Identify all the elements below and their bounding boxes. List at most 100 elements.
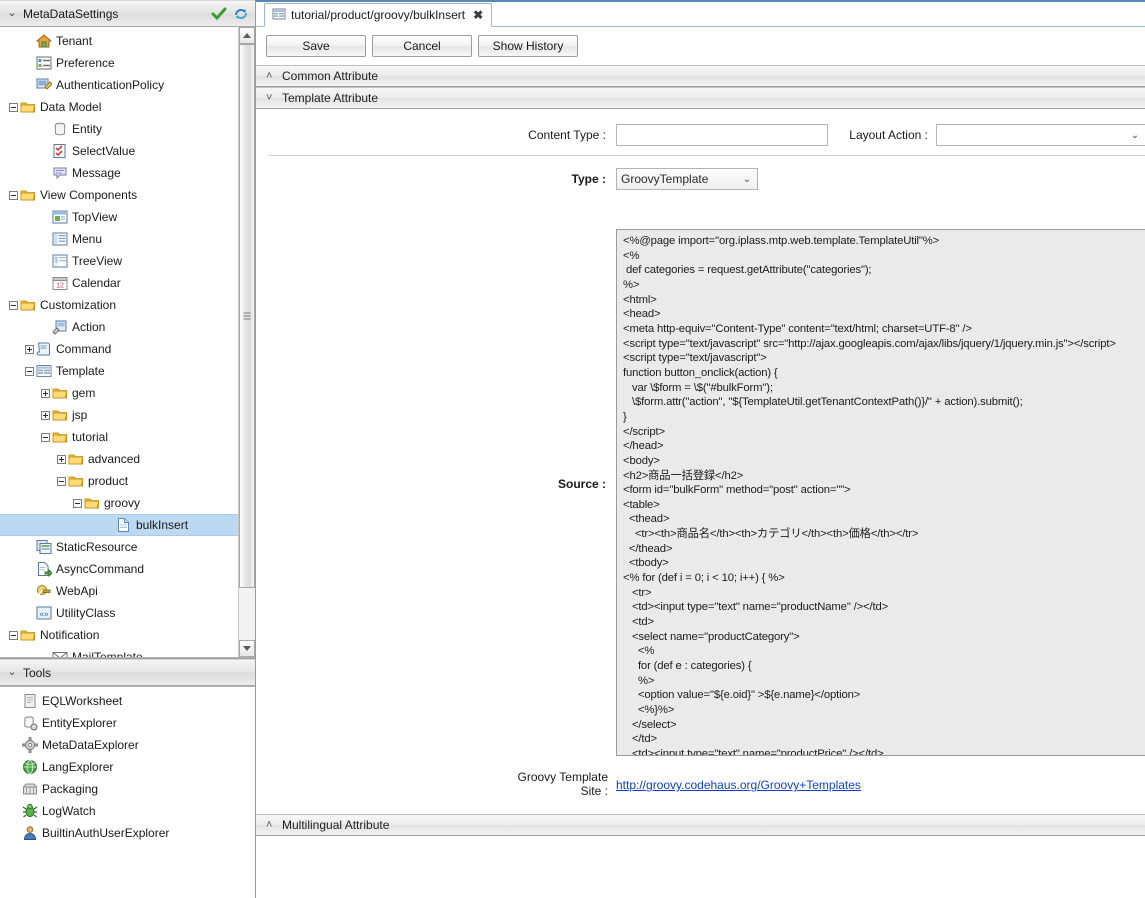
tree-item-jsp[interactable]: jsp <box>0 404 238 426</box>
tree-item-product[interactable]: product <box>0 470 238 492</box>
tree-item-label: StaticResource <box>56 540 138 554</box>
scroll-track[interactable] <box>239 44 255 640</box>
tree-item-label: product <box>88 474 129 488</box>
source-code-viewer[interactable]: <%@page import="org.iplass.mtp.web.templ… <box>616 229 1145 756</box>
folder-icon <box>84 495 100 511</box>
tools-item-metadataexplorer[interactable]: MetaDataExplorer <box>0 734 255 756</box>
tree-item-tenant[interactable]: Tenant <box>0 30 238 52</box>
tree-item-selectvalue[interactable]: SelectValue <box>0 140 238 162</box>
gear-icon <box>22 737 38 753</box>
sidebar-scrollbar[interactable] <box>238 27 255 657</box>
tree-twisty-spacer <box>38 122 52 136</box>
tools-item-entityexplorer[interactable]: EntityExplorer <box>0 712 255 734</box>
tree-item-mailtemplate[interactable]: MailTemplate <box>0 646 238 657</box>
chevron-up-icon[interactable]: ˄ <box>266 70 282 82</box>
auth-icon <box>36 77 52 93</box>
arrow-down-icon <box>243 646 251 651</box>
calendar-icon: 12 <box>52 275 68 291</box>
source-row: Source : <%@page import="org.iplass.mtp.… <box>256 229 1145 756</box>
tree-item-treeview[interactable]: TreeView <box>0 250 238 272</box>
chevron-down-icon[interactable]: ⌄ <box>1129 130 1141 141</box>
tree-item-calendar[interactable]: 12 Calendar <box>0 272 238 294</box>
tools-item-langexplorer[interactable]: LangExplorer <box>0 756 255 778</box>
tree-item-command[interactable]: Command <box>0 338 238 360</box>
tree-item-tutorial[interactable]: tutorial <box>0 426 238 448</box>
tree-item-authenticationpolicy[interactable]: AuthenticationPolicy <box>0 74 238 96</box>
tree-item-gem[interactable]: gem <box>0 382 238 404</box>
collapse-icon[interactable] <box>6 628 20 642</box>
tools-item-builtinauthuserexplorer[interactable]: BuiltinAuthUserExplorer <box>0 822 255 844</box>
scroll-down-button[interactable] <box>239 640 255 657</box>
entity-explorer-icon <box>22 715 38 731</box>
expand-icon[interactable] <box>22 342 36 356</box>
chevron-down-icon[interactable]: ⌄ <box>4 8 20 19</box>
scroll-up-button[interactable] <box>239 27 255 44</box>
save-button[interactable]: Save <box>266 35 366 57</box>
tree-item-action[interactable]: Action <box>0 316 238 338</box>
collapse-icon[interactable] <box>70 496 84 510</box>
tree-item-customization[interactable]: Customization <box>0 294 238 316</box>
tools-item-label: MetaDataExplorer <box>42 738 139 752</box>
svg-text:«»: «» <box>40 610 49 619</box>
tools-item-label: EntityExplorer <box>42 716 117 730</box>
scroll-thumb[interactable] <box>239 44 255 588</box>
entity-icon <box>52 121 68 137</box>
tools-item-logwatch[interactable]: LogWatch <box>0 800 255 822</box>
template-attribute-title: Template Attribute <box>282 91 379 105</box>
common-attribute-section-header[interactable]: ˄ Common Attribute Type : Tenant Local <box>256 65 1145 87</box>
tree-item-template[interactable]: Template <box>0 360 238 382</box>
groovy-site-link[interactable]: http://groovy.codehaus.org/Groovy+Templa… <box>616 770 861 792</box>
tree-item-preference[interactable]: Preference <box>0 52 238 74</box>
chevron-up-icon[interactable]: ˄ <box>266 819 282 831</box>
expand-icon[interactable] <box>38 408 52 422</box>
close-icon[interactable]: ✖ <box>473 8 483 22</box>
sidebar-header[interactable]: ⌄ MetaDataSettings <box>0 0 255 27</box>
collapse-icon[interactable] <box>6 100 20 114</box>
expand-icon[interactable] <box>54 452 68 466</box>
tree-item-label: tutorial <box>72 430 109 444</box>
tree-item-notification[interactable]: Notification <box>0 624 238 646</box>
tools-header[interactable]: ⌄ Tools <box>0 659 255 686</box>
tools-item-packaging[interactable]: Packaging <box>0 778 255 800</box>
tree-item-entity[interactable]: Entity <box>0 118 238 140</box>
tree-item-webapi[interactable]: WebApi <box>0 580 238 602</box>
tree-item-label: Message <box>72 166 121 180</box>
tree-item-bulkinsert[interactable]: bulkInsert <box>0 514 238 536</box>
tools-item-eqlworksheet[interactable]: EQLWorksheet <box>0 690 255 712</box>
refresh-icon[interactable] <box>233 6 249 22</box>
layout-action-select[interactable]: ⌄ <box>936 124 1145 146</box>
chevron-down-icon[interactable]: ⌄ <box>4 667 20 678</box>
collapse-icon[interactable] <box>6 188 20 202</box>
tree-item-utilityclass[interactable]: «» UtilityClass <box>0 602 238 624</box>
collapse-icon[interactable] <box>54 474 68 488</box>
chevron-down-icon[interactable]: ⌄ <box>741 174 753 185</box>
tree-item-label: MailTemplate <box>72 650 143 657</box>
multilingual-attribute-section-header[interactable]: ˄ Multilingual Attribute <box>256 814 1145 836</box>
template-type-select[interactable]: GroovyTemplate ⌄ <box>616 168 758 190</box>
collapse-icon[interactable] <box>22 364 36 378</box>
sidebar-title: MetaDataSettings <box>23 6 119 21</box>
tree-item-asynccommand[interactable]: AsyncCommand <box>0 558 238 580</box>
tree-item-topview[interactable]: TopView <box>0 206 238 228</box>
tree-twisty-spacer <box>38 166 52 180</box>
tree-item-groovy[interactable]: groovy <box>0 492 238 514</box>
tree-item-data-model[interactable]: Data Model <box>0 96 238 118</box>
template-attribute-section-header[interactable]: ˅ Template Attribute <box>256 87 1145 109</box>
check-icon[interactable] <box>211 6 227 22</box>
collapse-icon[interactable] <box>38 430 52 444</box>
show-history-button[interactable]: Show History <box>478 35 578 57</box>
tree-twisty-spacer <box>38 210 52 224</box>
tree-item-menu[interactable]: Menu <box>0 228 238 250</box>
content-type-input[interactable] <box>616 124 828 146</box>
tree-item-message[interactable]: Message <box>0 162 238 184</box>
tree-item-staticresource[interactable]: StaticResource <box>0 536 238 558</box>
tree-item-advanced[interactable]: advanced <box>0 448 238 470</box>
collapse-icon[interactable] <box>6 298 20 312</box>
cancel-button[interactable]: Cancel <box>372 35 472 57</box>
chevron-down-icon[interactable]: ˅ <box>266 92 282 104</box>
sidebar: ⌄ MetaDataSettings Tenant Preference Authe… <box>0 0 256 898</box>
tab-bulkinsert[interactable]: tutorial/product/groovy/bulkInsert ✖ <box>264 3 493 27</box>
expand-icon[interactable] <box>38 386 52 400</box>
tree-item-view-components[interactable]: View Components <box>0 184 238 206</box>
sidebar-header-icons <box>211 6 249 22</box>
